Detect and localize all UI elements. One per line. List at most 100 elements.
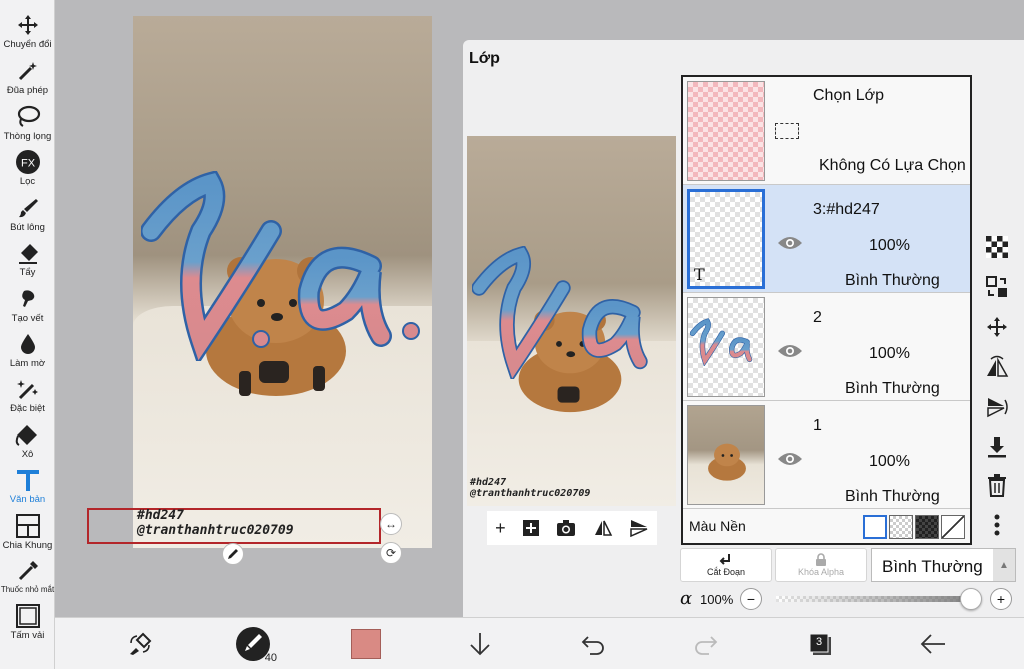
blend-mode-select[interactable]: Bình Thường ▲ (871, 548, 1016, 582)
tool-special[interactable]: Đặc biệt (0, 376, 55, 420)
import-button[interactable] (462, 626, 498, 662)
flip-horizontal-icon (987, 355, 1009, 377)
tool-label: Xô (21, 449, 34, 460)
drawing-canvas[interactable] (133, 16, 432, 548)
tool-magic-wand[interactable]: Đũa phép (0, 58, 55, 102)
flip-horizontal-icon[interactable] (593, 519, 613, 537)
layer-side-tools (978, 226, 1014, 546)
brush-size-button[interactable]: 40 (235, 626, 277, 664)
tool-eyedropper[interactable]: Thuốc nhỏ mắt (0, 558, 55, 602)
layer-action-bar: + (487, 511, 657, 545)
tool-lasso[interactable]: Thòng lọng (0, 104, 55, 148)
svg-text:FX: FX (20, 158, 35, 170)
camera-icon[interactable] (556, 519, 576, 537)
background-white-swatch[interactable] (863, 515, 887, 539)
layer-thumbnail (687, 297, 765, 397)
tool-brush[interactable]: Bút lông (0, 195, 55, 239)
checker-transparency-button[interactable] (984, 234, 1010, 260)
tool-frame-divider[interactable]: Chia Khung (0, 513, 55, 557)
background-label: Màu Nền (689, 518, 746, 534)
background-color-row: Màu Nền (683, 509, 970, 543)
tool-label: Làm mờ (9, 358, 46, 369)
selection-status: Không Có Lựa Chọn (819, 157, 966, 174)
redo-icon (695, 636, 718, 655)
layer-name: 2 (813, 309, 822, 326)
add-layer-icon[interactable]: + (495, 518, 506, 539)
text-icon (15, 467, 41, 493)
rotate-icon: ⟳ (385, 546, 397, 560)
flip-layer-horizontal-button[interactable] (984, 354, 1010, 380)
tool-smudge[interactable]: Tạo vết (0, 286, 55, 330)
layer-name: 3:#hd247 (813, 201, 880, 218)
back-button[interactable] (915, 626, 951, 662)
tool-bucket[interactable]: Xô (0, 422, 55, 466)
layer-transform-button[interactable] (984, 274, 1010, 300)
special-brush-icon (15, 376, 41, 402)
opacity-slider-track[interactable] (776, 596, 970, 602)
alpha-symbol: α (680, 588, 693, 609)
more-options-button[interactable] (984, 512, 1010, 538)
text-layer-badge: T (694, 265, 705, 284)
tool-text[interactable]: Văn bản (0, 467, 55, 511)
opacity-decrease-button[interactable]: − (740, 588, 762, 610)
alpha-lock-button[interactable]: Khóa Alpha (775, 548, 867, 582)
arrows-horizontal-icon: ↔ (385, 517, 397, 531)
checkerboard-icon (986, 236, 1008, 258)
resize-horizontal-button[interactable]: ↔ (380, 513, 402, 535)
clip-button[interactable]: Cắt Đoạn (680, 548, 772, 582)
flip-layer-vertical-button[interactable] (984, 394, 1010, 420)
layer-blend-mode: Bình Thường (845, 272, 940, 289)
layer-row[interactable]: T 3:#hd247 100% Bình Thường (683, 185, 970, 293)
layer-opacity: 100% (869, 453, 910, 470)
tool-label: Đặc biệt (10, 403, 45, 414)
selection-layer-row[interactable]: Chọn Lớp Không Có Lựa Chọn (683, 77, 970, 185)
tool-label: Thuốc nhỏ mắt (0, 585, 55, 594)
lasso-icon (15, 104, 41, 130)
trash-icon (988, 474, 1006, 497)
lettering-thumbnail (690, 318, 753, 366)
rotate-button[interactable]: ⟳ (380, 542, 402, 564)
redo-button[interactable] (688, 626, 724, 662)
add-layer-copy-icon[interactable] (522, 519, 540, 537)
magic-wand-icon (15, 58, 41, 84)
merge-down-button[interactable] (984, 434, 1010, 460)
quick-tools-button[interactable] (122, 626, 158, 662)
brush-icon (15, 195, 41, 221)
selection-marquee-icon (775, 123, 799, 139)
blur-drop-icon (15, 331, 41, 357)
tool-label: Thòng lọng (3, 131, 52, 142)
edit-text-button[interactable] (222, 543, 244, 565)
move-icon (987, 317, 1007, 337)
undo-button[interactable] (575, 626, 611, 662)
tool-label: Đũa phép (6, 85, 49, 96)
layer-opacity: 100% (869, 345, 910, 362)
alpha-lock-label: Khóa Alpha (797, 567, 845, 577)
script-lettering-art (141, 171, 420, 361)
layers-button[interactable]: 3 (802, 626, 838, 662)
preview-lettering (472, 246, 648, 379)
move-layer-button[interactable] (984, 314, 1010, 340)
selection-layer-thumbnail (687, 81, 765, 181)
eye-icon[interactable] (777, 343, 803, 359)
opacity-slider-knob[interactable] (960, 588, 982, 610)
tool-filter[interactable]: FX Lọc (0, 149, 55, 193)
tool-transform[interactable]: Chuyển đổi (0, 12, 55, 56)
flip-vertical-icon[interactable] (629, 519, 649, 537)
preview-watermark-hashtag: #hd247 (470, 477, 507, 488)
tool-eraser[interactable]: Tẩy (0, 240, 55, 284)
background-dark-swatch[interactable] (915, 515, 939, 539)
tool-blur[interactable]: Làm mờ (0, 331, 55, 375)
layer-row[interactable]: 2 100% Bình Thường (683, 293, 970, 401)
background-transparent-swatch[interactable] (889, 515, 913, 539)
delete-layer-button[interactable] (984, 472, 1010, 498)
color-picker-button[interactable] (348, 626, 384, 662)
opacity-increase-button[interactable]: + (990, 588, 1012, 610)
background-none-swatch[interactable] (941, 515, 965, 539)
tool-label: Tạo vết (11, 313, 44, 324)
more-vertical-icon (994, 514, 1000, 536)
tool-canvas[interactable]: Tấm vải (0, 603, 55, 647)
eye-icon[interactable] (777, 235, 803, 251)
layer-row[interactable]: 1 100% Bình Thường (683, 401, 970, 509)
eye-icon[interactable] (777, 451, 803, 467)
fx-filter-icon: FX (15, 149, 41, 175)
